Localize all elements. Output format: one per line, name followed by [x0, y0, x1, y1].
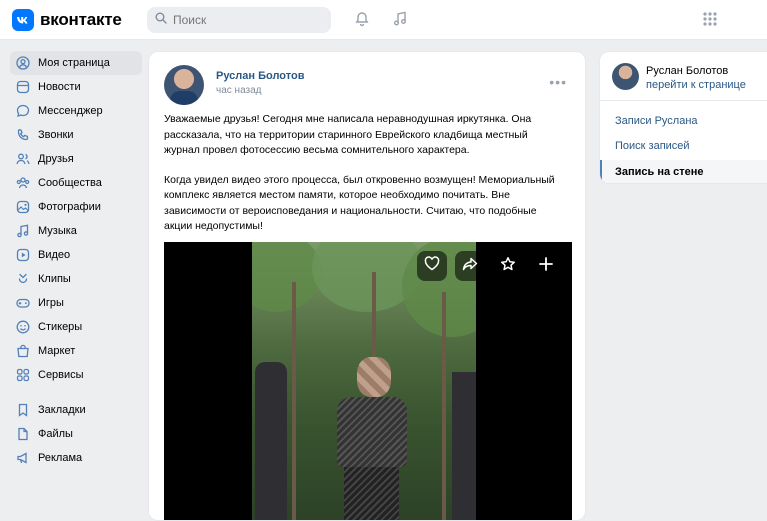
top-header: вконтакте — [0, 0, 767, 40]
user-circle-icon — [16, 56, 30, 70]
sidebar-item-label: Клипы — [38, 273, 71, 285]
chat-icon — [16, 104, 30, 118]
sidebar-item-label: Сообщества — [38, 177, 102, 189]
add-button[interactable] — [531, 251, 561, 281]
sidebar-item-friends[interactable]: Друзья — [10, 147, 142, 171]
photo-icon — [16, 200, 30, 214]
sidebar-item-label: Игры — [38, 297, 64, 309]
go-to-page-link[interactable]: перейти к странице — [646, 79, 746, 91]
search-input[interactable] — [173, 13, 323, 27]
sidebar-item-music[interactable]: Музыка — [10, 219, 142, 243]
post-photo[interactable] — [164, 242, 572, 520]
sidebar-item-label: Закладки — [38, 404, 86, 416]
sidebar-item-label: Моя страница — [38, 57, 110, 69]
author-name[interactable]: Руслан Болотов — [216, 70, 304, 82]
phone-icon — [16, 128, 30, 142]
sidebar-item-label: Файлы — [38, 428, 73, 440]
sidebar-item-stickers[interactable]: Стикеры — [10, 315, 142, 339]
sidebar-item-services[interactable]: Сервисы — [10, 363, 142, 387]
logo-text: вконтакте — [40, 10, 122, 29]
clips-icon — [16, 272, 30, 286]
sidebar-item-messenger[interactable]: Мессенджер — [10, 99, 142, 123]
author-avatar-small[interactable] — [612, 63, 639, 90]
star-icon — [500, 256, 516, 277]
sidebar-item-label: Новости — [38, 81, 81, 93]
sidebar-item-label: Друзья — [38, 153, 74, 165]
left-sidebar: Моя страница Новости Мессенджер Звонки Д… — [10, 51, 142, 470]
photo-image — [252, 242, 476, 520]
sidebar-item-market[interactable]: Маркет — [10, 339, 142, 363]
tree-foliage — [252, 242, 322, 312]
more-options-icon[interactable]: ••• — [549, 74, 567, 90]
sidebar-item-clips[interactable]: Клипы — [10, 267, 142, 291]
blurred-face — [357, 357, 391, 397]
stickers-icon — [16, 320, 30, 334]
sidebar-item-calls[interactable]: Звонки — [10, 123, 142, 147]
sidebar-item-label: Маркет — [38, 345, 76, 357]
sidebar-item-label: Сервисы — [38, 369, 84, 381]
sidebar-item-label: Фотографии — [38, 201, 101, 213]
sidebar-item-label: Музыка — [38, 225, 77, 237]
sidebar-item-games[interactable]: Игры — [10, 291, 142, 315]
share-button[interactable] — [455, 251, 485, 281]
sidebar-item-files[interactable]: Файлы — [10, 422, 142, 446]
apps-grid-icon[interactable] — [700, 9, 720, 29]
bookmark-icon — [16, 403, 30, 417]
menu-item-search-posts[interactable]: Поиск записей — [600, 134, 767, 158]
photo-subject — [322, 357, 417, 520]
sidebar-item-photos[interactable]: Фотографии — [10, 195, 142, 219]
sidebar-divider — [10, 387, 142, 398]
author-avatar[interactable] — [164, 65, 204, 105]
sidebar-item-label: Звонки — [38, 129, 74, 141]
tree-trunk — [442, 292, 446, 520]
divider — [600, 100, 767, 101]
subject-legs — [344, 467, 399, 520]
sidebar-item-news[interactable]: Новости — [10, 75, 142, 99]
subject-jacket — [337, 397, 407, 467]
plus-icon — [539, 256, 553, 276]
video-icon — [16, 248, 30, 262]
file-icon — [16, 427, 30, 441]
sidebar-item-my-page[interactable]: Моя страница — [10, 51, 142, 75]
bell-icon[interactable] — [352, 9, 372, 29]
post-paragraph: Уважаемые друзья! Сегодня мне написала н… — [164, 113, 532, 156]
author-name[interactable]: Руслан Болотов — [646, 65, 728, 77]
gravestone — [255, 362, 287, 520]
post-text: Уважаемые друзья! Сегодня мне написала н… — [164, 112, 564, 235]
search-box[interactable] — [147, 7, 331, 33]
search-icon — [155, 11, 167, 29]
communities-icon — [16, 176, 30, 190]
sidebar-item-communities[interactable]: Сообщества — [10, 171, 142, 195]
gravestone — [452, 372, 476, 520]
heart-icon — [424, 256, 440, 276]
friends-icon — [16, 152, 30, 166]
ads-icon — [16, 451, 30, 465]
right-panel: Руслан Болотов перейти к странице Записи… — [599, 51, 767, 184]
sidebar-item-label: Видео — [38, 249, 71, 261]
services-icon — [16, 368, 30, 382]
favorite-button[interactable] — [493, 251, 523, 281]
sidebar-item-ads[interactable]: Реклама — [10, 446, 142, 470]
sidebar-item-video[interactable]: Видео — [10, 243, 142, 267]
music-icon[interactable] — [390, 9, 410, 29]
menu-item-ruslan-posts[interactable]: Записи Руслана — [600, 109, 767, 133]
wall-post: Руслан Болотов час назад ••• Уважаемые д… — [148, 51, 586, 521]
sidebar-item-bookmarks[interactable]: Закладки — [10, 398, 142, 422]
sidebar-item-label: Мессенджер — [38, 105, 103, 117]
like-button[interactable] — [417, 251, 447, 281]
games-icon — [16, 296, 30, 310]
post-paragraph: Когда увидел видео этого процесса, был о… — [164, 173, 555, 233]
post-time[interactable]: час назад — [216, 85, 262, 96]
menu-item-wall-post[interactable]: Запись на стене — [600, 160, 767, 183]
market-icon — [16, 344, 30, 358]
sidebar-item-label: Стикеры — [38, 321, 83, 333]
share-icon — [462, 257, 478, 276]
music-icon — [16, 224, 30, 238]
vk-logo-icon — [12, 9, 34, 31]
news-icon — [16, 80, 30, 94]
tree-trunk — [292, 282, 296, 520]
sidebar-item-label: Реклама — [38, 452, 83, 464]
vk-logo[interactable]: вконтакте — [12, 9, 122, 31]
